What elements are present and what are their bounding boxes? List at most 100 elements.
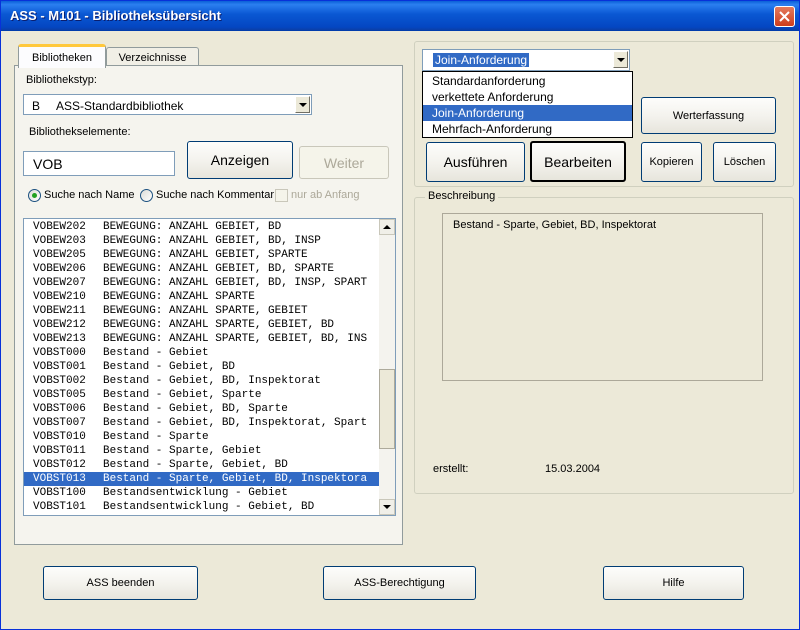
library-elements-list[interactable]: VOBEW202 BEWEGUNG: ANZAHL GEBIET, BD VOBEW… bbox=[23, 218, 396, 516]
search-by-comment-radio[interactable] bbox=[140, 189, 153, 202]
list-item-code: VOBST001 bbox=[33, 361, 86, 373]
elements-label: Bibliothekselemente: bbox=[29, 126, 131, 138]
list-item-text: Bestand - Gebiet, Sparte bbox=[103, 389, 262, 401]
request-type-dropdown[interactable]: Standardanforderung verkettete Anforderun… bbox=[422, 71, 633, 138]
list-item[interactable]: VOBEW210 BEWEGUNG: ANZAHL SPARTE bbox=[24, 290, 380, 304]
delete-button[interactable]: Löschen bbox=[713, 142, 776, 182]
list-item-code: VOBEW202 bbox=[33, 221, 86, 233]
from-start-checkbox[interactable] bbox=[275, 189, 288, 202]
list-item-text: Bestandsentwicklung - Gebiet, BD bbox=[103, 501, 315, 513]
copy-button[interactable]: Kopieren bbox=[641, 142, 702, 182]
list-item-text: Bestand - Sparte, Gebiet, BD, Inspektora bbox=[103, 473, 368, 485]
search-by-name-radio[interactable] bbox=[28, 189, 41, 202]
list-item-code: VOBST012 bbox=[33, 459, 86, 471]
list-item[interactable]: VOBEW213 BEWEGUNG: ANZAHL SPARTE, GEBIET,… bbox=[24, 332, 380, 346]
list-item-text: BEWEGUNG: ANZAHL SPARTE, GEBIET, BD bbox=[103, 319, 335, 331]
chevron-down-icon bbox=[383, 505, 391, 509]
list-item[interactable]: VOBEW205 BEWEGUNG: ANZAHL GEBIET, SPARTE bbox=[24, 248, 380, 262]
list-item-text: BEWEGUNG: ANZAHL GEBIET, BD bbox=[103, 221, 282, 233]
list-item[interactable]: VOBEW211 BEWEGUNG: ANZAHL SPARTE, GEBIET bbox=[24, 304, 380, 318]
list-item[interactable]: VOBEW203 BEWEGUNG: ANZAHL GEBIET, BD, INS… bbox=[24, 234, 380, 248]
main-window: ASS - M101 - Bibliotheksübersicht Biblio… bbox=[0, 0, 800, 630]
list-item-code: VOBST000 bbox=[33, 347, 86, 359]
list-item-code: VOBEW211 bbox=[33, 305, 86, 317]
list-item-text: BEWEGUNG: ANZAHL SPARTE bbox=[103, 291, 255, 303]
created-date: 15.03.2004 bbox=[545, 463, 601, 475]
list-item-code: VOBST100 bbox=[33, 487, 86, 499]
chevron-up-icon bbox=[383, 225, 391, 229]
request-type-value: Join-Anforderung bbox=[433, 53, 530, 67]
list-scrollbar[interactable] bbox=[379, 219, 395, 515]
help-button[interactable]: Hilfe bbox=[603, 566, 744, 600]
list-item[interactable]: VOBEW207 BEWEGUNG: ANZAHL GEBIET, BD, INS… bbox=[24, 276, 380, 290]
list-item[interactable]: VOBST101 Bestandsentwicklung - Gebiet, BD bbox=[24, 500, 380, 514]
list-item[interactable]: VOBEW206 BEWEGUNG: ANZAHL GEBIET, BD, SPA… bbox=[24, 262, 380, 276]
edit-button[interactable]: Bearbeiten bbox=[530, 141, 626, 182]
list-item-text: BEWEGUNG: ANZAHL GEBIET, BD, SPARTE bbox=[103, 263, 335, 275]
list-item[interactable]: VOBST000 Bestand - Gebiet bbox=[24, 346, 380, 360]
title-bar[interactable]: ASS - M101 - Bibliotheksübersicht bbox=[1, 1, 799, 31]
description-legend: Beschreibung bbox=[425, 190, 499, 202]
list-item[interactable]: VOBST010 Bestand - Sparte bbox=[24, 430, 380, 444]
list-item-text: Bestand - Sparte bbox=[103, 431, 209, 443]
next-button[interactable]: Weiter bbox=[299, 146, 389, 179]
exit-button[interactable]: ASS beenden bbox=[43, 566, 198, 600]
list-item[interactable]: VOBST100 Bestandsentwicklung - Gebiet bbox=[24, 486, 380, 500]
list-item[interactable]: VOBST006 Bestand - Gebiet, BD, Sparte bbox=[24, 402, 380, 416]
list-item-text: Bestand - Gebiet, BD, Inspektorat bbox=[103, 375, 321, 387]
library-type-select[interactable]: B ASS-Standardbibliothek bbox=[23, 94, 312, 115]
dropdown-option[interactable]: Mehrfach-Anforderung bbox=[423, 121, 632, 137]
request-type-select[interactable]: Join-Anforderung bbox=[422, 49, 630, 71]
list-item-text: BEWEGUNG: ANZAHL SPARTE, GEBIET, BD, INS bbox=[103, 333, 368, 345]
close-icon bbox=[779, 11, 790, 22]
list-item-text: Bestand - Sparte, Gebiet, BD bbox=[103, 459, 288, 471]
permission-button[interactable]: ASS-Berechtigung bbox=[323, 566, 476, 600]
window-title: ASS - M101 - Bibliotheksübersicht bbox=[10, 8, 221, 23]
list-item-text: Bestand - Gebiet, BD, Sparte bbox=[103, 403, 288, 415]
element-search-input[interactable]: VOB bbox=[23, 151, 175, 176]
search-by-name-label: Suche nach Name bbox=[44, 189, 135, 201]
list-item-text: Bestand - Sparte, Gebiet bbox=[103, 445, 262, 457]
dropdown-option[interactable]: verkettete Anforderung bbox=[423, 89, 632, 105]
chevron-down-icon[interactable] bbox=[295, 96, 310, 113]
list-item-code: VOBST101 bbox=[33, 501, 86, 513]
list-item[interactable]: VOBST011 Bestand - Sparte, Gebiet bbox=[24, 444, 380, 458]
list-item[interactable]: VOBST005 Bestand - Gebiet, Sparte bbox=[24, 388, 380, 402]
list-item[interactable]: VOBST012 Bestand - Sparte, Gebiet, BD bbox=[24, 458, 380, 472]
scroll-thumb[interactable] bbox=[379, 369, 395, 449]
list-item[interactable]: VOBEW212 BEWEGUNG: ANZAHL SPARTE, GEBIET,… bbox=[24, 318, 380, 332]
dropdown-option[interactable]: Standardanforderung bbox=[423, 73, 632, 89]
scroll-up-button[interactable] bbox=[379, 219, 395, 235]
list-item-text: Bestand - Gebiet, BD bbox=[103, 361, 236, 373]
list-item[interactable]: VOBST013 Bestand - Sparte, Gebiet, BD, In… bbox=[24, 472, 380, 486]
list-item-text: Bestand - Gebiet bbox=[103, 347, 209, 359]
list-item-code: VOBST010 bbox=[33, 431, 86, 443]
list-item-code: VOBEW207 bbox=[33, 277, 86, 289]
list-item-code: VOBST005 bbox=[33, 389, 86, 401]
search-by-comment-label: Suche nach Kommentar bbox=[156, 189, 275, 201]
close-button[interactable] bbox=[774, 6, 795, 27]
dropdown-option[interactable]: Join-Anforderung bbox=[423, 105, 632, 121]
list-item-code: VOBEW206 bbox=[33, 263, 86, 275]
show-button[interactable]: Anzeigen bbox=[187, 141, 293, 179]
list-item[interactable]: VOBST002 Bestand - Gebiet, BD, Inspektora… bbox=[24, 374, 380, 388]
scroll-down-button[interactable] bbox=[379, 499, 395, 515]
value-entry-button[interactable]: Werterfassung bbox=[641, 97, 776, 134]
execute-button[interactable]: Ausführen bbox=[426, 142, 525, 182]
list-item[interactable]: VOBST001 Bestand - Gebiet, BD bbox=[24, 360, 380, 374]
from-start-label: nur ab Anfang bbox=[291, 189, 360, 201]
tab-bibliotheken[interactable]: Bibliotheken bbox=[18, 44, 106, 68]
list-item-text: BEWEGUNG: ANZAHL GEBIET, SPARTE bbox=[103, 249, 308, 261]
list-item-code: VOBST006 bbox=[33, 403, 86, 415]
list-item-code: VOBST007 bbox=[33, 417, 86, 429]
list-item[interactable]: VOBST007 Bestand - Gebiet, BD, Inspektora… bbox=[24, 416, 380, 430]
chevron-down-icon[interactable] bbox=[613, 51, 628, 68]
list-item-code: VOBEW213 bbox=[33, 333, 86, 345]
list-item-code: VOBEW212 bbox=[33, 319, 86, 331]
list-item[interactable]: VOBEW202 BEWEGUNG: ANZAHL GEBIET, BD bbox=[24, 220, 380, 234]
list-item-code: VOBST013 bbox=[33, 473, 86, 485]
description-text: Bestand - Sparte, Gebiet, BD, Inspektora… bbox=[453, 219, 656, 231]
tab-label: Verzeichnisse bbox=[118, 52, 187, 64]
list-item-text: BEWEGUNG: ANZAHL GEBIET, BD, INSP, SPART bbox=[103, 277, 368, 289]
list-item-text: Bestandsentwicklung - Gebiet bbox=[103, 487, 288, 499]
